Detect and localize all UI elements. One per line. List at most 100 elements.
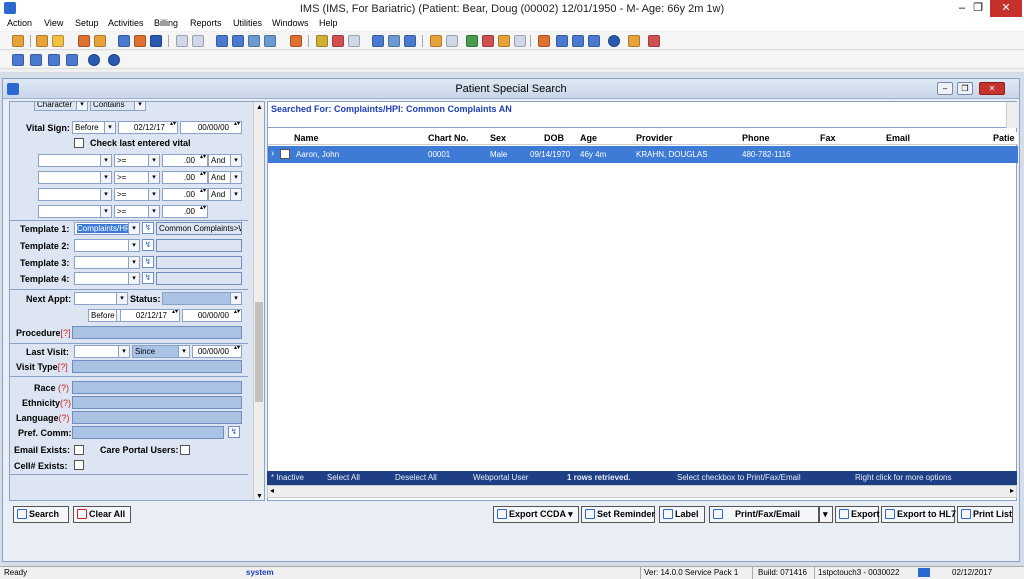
patient-edit-icon[interactable] [52,35,64,47]
claims-icon[interactable] [446,35,458,47]
users-icon[interactable] [248,35,260,47]
col-chart-no[interactable]: Chart No. [428,133,469,143]
monitor-icon[interactable] [588,35,600,47]
menu-activities[interactable]: Activities [108,18,144,28]
vital-op-dropdown-4[interactable]: >= ▾ [114,205,160,218]
last-visit-time[interactable]: 00/00/00 [192,345,242,358]
language-field[interactable] [72,411,242,424]
vital-sign-time[interactable]: 00/00/00 [180,121,242,134]
shield-icon[interactable] [150,35,162,47]
clear-all-button[interactable]: Clear All [73,506,131,523]
check-last-vital-checkbox[interactable] [74,138,84,148]
vital-sign-op-dropdown[interactable]: Before ▾ [72,121,116,134]
pref-comm-lookup-icon[interactable]: ↯ [228,426,240,438]
exit-icon[interactable] [648,35,660,47]
template-lookup-icon[interactable]: ↯ [142,239,154,251]
template-lookup-icon[interactable]: ↯ [142,256,154,268]
table-row[interactable]: › Aaron, John 00001 Male 09/14/1970 46y … [268,146,1018,163]
ledger-icon[interactable] [482,35,494,47]
window-restore-button[interactable]: ❐ [957,82,973,95]
col-fax[interactable]: Fax [820,133,836,143]
menu-setup[interactable]: Setup [75,18,99,28]
calendar-icon[interactable] [316,35,328,47]
vital-value-2[interactable]: .00 [162,171,208,184]
col-sex[interactable]: Sex [490,133,506,143]
first-record-icon[interactable] [12,54,24,66]
restore-button[interactable]: ❐ [964,0,992,17]
group-icon[interactable] [264,35,276,47]
col-name[interactable]: Name [294,133,319,143]
window-close-button[interactable]: ✕ [979,82,1005,95]
help-icon[interactable] [608,35,620,47]
chart-icon[interactable] [94,35,106,47]
col-age[interactable]: Age [580,133,597,143]
ethnicity-help-link[interactable]: (?) [60,398,71,408]
deselect-all-link[interactable]: Deselect All [395,473,437,482]
folder-icon[interactable] [78,35,90,47]
vital-and-dropdown-2[interactable]: And ▾ [208,171,242,184]
print-options-dropdown[interactable]: ▾ [819,506,833,523]
vital-op-dropdown-1[interactable]: >= ▾ [114,154,160,167]
vital-field-dropdown-1[interactable]: ▾ [38,154,112,167]
email-exists-checkbox[interactable] [74,445,84,455]
lab-icon[interactable] [134,35,146,47]
row-select-checkbox[interactable] [280,149,290,159]
template-lookup-icon[interactable]: ↯ [142,222,154,234]
vital-value-1[interactable]: .00 [162,154,208,167]
statement-icon[interactable] [498,35,510,47]
menu-utilities[interactable]: Utilities [233,18,262,28]
vital-field-dropdown-2[interactable]: ▾ [38,171,112,184]
menu-windows[interactable]: Windows [272,18,309,28]
col-provider[interactable]: Provider [636,133,673,143]
next-appt-time[interactable]: 00/00/00 [182,309,242,322]
vital-field-dropdown-3[interactable]: ▾ [38,188,112,201]
cell-exists-checkbox[interactable] [74,460,84,470]
sync-icon[interactable] [556,35,568,47]
set-reminder-button[interactable]: Set Reminder [581,506,655,523]
last-visit-since-dropdown[interactable]: Since ▾ [132,345,190,358]
user-icon[interactable] [12,35,24,47]
calculator-icon[interactable] [118,35,130,47]
race-field[interactable] [72,381,242,394]
export-button[interactable]: Export [835,506,880,523]
print-icon[interactable] [514,35,526,47]
export-ccda-button[interactable]: Export CCDA ▾ [493,506,579,523]
document-icon[interactable] [176,35,188,47]
race-help-link[interactable]: (?) [58,383,69,393]
payments-icon[interactable] [466,35,478,47]
scheduler-icon[interactable] [290,35,302,47]
scroll-up-icon[interactable]: ▲ [256,104,263,111]
email-icon[interactable] [404,35,416,47]
searched-scrollbar[interactable] [1006,102,1017,128]
condition-dropdown[interactable]: Contains ▾ [90,102,146,111]
window-minimize-button[interactable]: – [937,82,953,95]
scrollbar-thumb[interactable] [255,302,263,402]
print-fax-email-button[interactable]: Print/Fax/Email [709,506,819,523]
cancel-circle-icon[interactable] [108,54,120,66]
template-lookup-icon[interactable]: ↯ [142,272,154,284]
vital-field-dropdown-4[interactable]: ▾ [38,205,112,218]
network-icon[interactable] [232,35,244,47]
scroll-down-icon[interactable]: ▼ [256,493,263,500]
menu-billing[interactable]: Billing [154,18,178,28]
scroll-right-icon[interactable]: ▸ [1010,486,1014,495]
pref-comm-field[interactable] [72,426,224,439]
field-dropdown[interactable]: Character ▾ [34,102,88,111]
menu-view[interactable]: View [44,18,63,28]
status-dropdown[interactable]: ▾ [162,292,242,305]
export-icon[interactable] [572,35,584,47]
col-dob[interactable]: DOB [544,133,564,143]
patient-icon[interactable] [36,35,48,47]
filter-panel-scrollbar[interactable]: ▲ ▼ [253,102,264,500]
vital-and-dropdown-1[interactable]: And ▾ [208,154,242,167]
vital-op-dropdown-3[interactable]: >= ▾ [114,188,160,201]
procedure-field[interactable] [72,326,242,339]
refresh-icon[interactable] [538,35,550,47]
select-all-link[interactable]: Select All [327,473,360,482]
scroll-left-icon[interactable]: ◂ [270,486,274,495]
vital-and-dropdown-3[interactable]: And ▾ [208,188,242,201]
settings-icon[interactable] [216,35,228,47]
last-visit-dropdown[interactable]: ▾ [74,345,130,358]
label-button[interactable]: Label [659,506,705,523]
results-hscrollbar[interactable]: ◂ ▸ [267,485,1017,498]
